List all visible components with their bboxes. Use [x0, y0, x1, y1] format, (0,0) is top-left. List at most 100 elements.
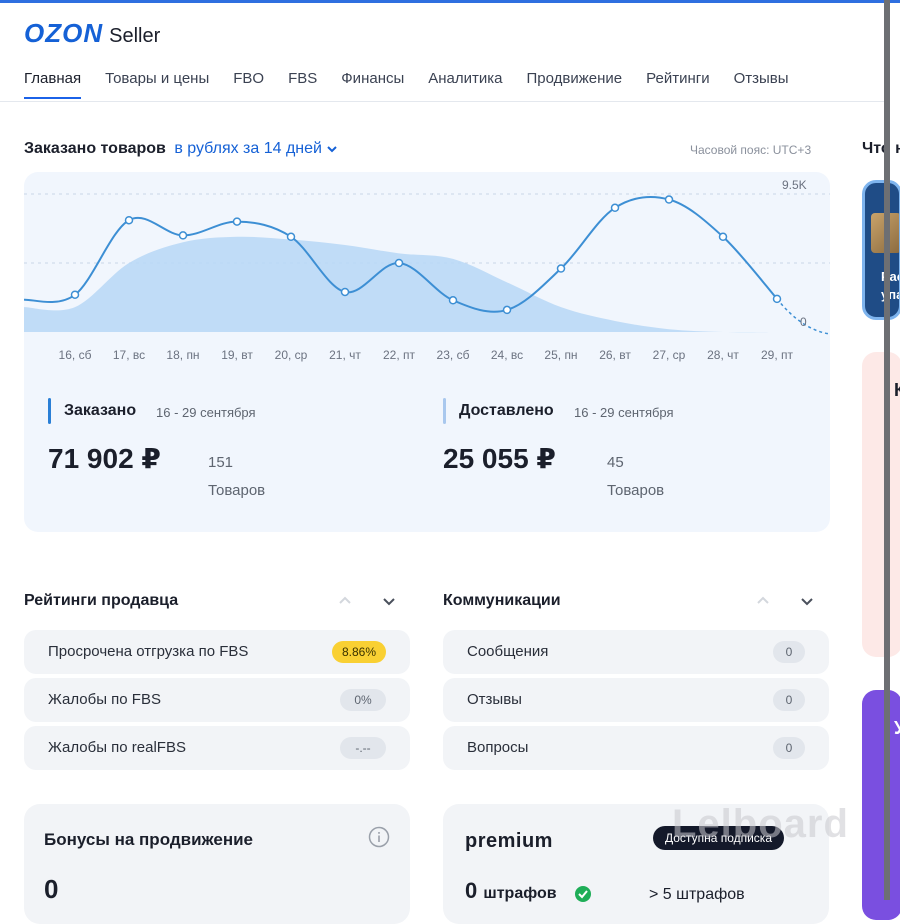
data-point [664, 195, 674, 204]
nav-item-reviews[interactable]: Отзывы [734, 70, 789, 99]
x-tick-label: 27, ср [653, 348, 686, 362]
nav-item-promotion[interactable]: Продвижение [527, 70, 623, 99]
fines-unit: штрафов [483, 885, 557, 902]
side-section-title: Что н [862, 140, 900, 157]
comm-row-label: Отзывы [467, 691, 522, 708]
orders-chart: 9.5K 0 16, сб 17, вс 18, пн 19, вт 20, ср 21, ч… [24, 178, 830, 362]
comm-row-questions[interactable]: Вопросы 0 [443, 726, 829, 770]
delivered-dates: 16 - 29 сентября [574, 405, 674, 420]
scrollbar[interactable] [884, 0, 890, 900]
chevron-up-icon[interactable] [756, 594, 770, 608]
data-point [610, 203, 620, 213]
nav-item-analytics[interactable]: Аналитика [428, 70, 502, 99]
communications-title: Коммуникации [443, 592, 561, 609]
rating-row-label: Просрочена отгрузка по FBS [48, 643, 249, 660]
side-purple-card[interactable]: У [862, 690, 900, 920]
rating-value-badge: 8.86% [331, 641, 386, 663]
comm-count-badge: 0 [773, 737, 805, 759]
bonuses-card[interactable]: Бонусы на продвижение 0 [24, 804, 410, 924]
header: OZON Seller [24, 18, 160, 49]
bonuses-title: Бонусы на продвижение [44, 830, 254, 849]
nav-item-ratings[interactable]: Рейтинги [646, 70, 709, 99]
data-point [772, 294, 782, 304]
orders-title: Заказано товаров в рублях за 14 дней [24, 140, 338, 158]
y-tick-label: 9.5K [782, 178, 807, 192]
data-point [502, 305, 512, 315]
period-selector-label[interactable]: в рублях за 14 дней [174, 140, 322, 157]
rating-row-label: Жалобы по realFBS [48, 739, 186, 756]
nav-item-fbo[interactable]: FBO [233, 70, 264, 99]
data-point [70, 290, 80, 299]
x-tick-label: 20, ср [275, 348, 308, 362]
ordered-dates: 16 - 29 сентября [156, 405, 256, 420]
x-tick-label: 29, пт [761, 348, 794, 362]
data-point [340, 287, 350, 297]
ordered-unit: Товаров [208, 482, 266, 499]
data-point [124, 215, 134, 225]
chevron-down-icon[interactable] [326, 144, 338, 154]
premium-logo: premium [465, 830, 553, 852]
side-alert-card[interactable]: К [862, 352, 900, 657]
x-tick-label: 24, вс [491, 348, 523, 362]
orders-title-text: Заказано товаров [24, 140, 166, 157]
comm-row-messages[interactable]: Сообщения 0 [443, 630, 829, 674]
logo-subtitle: Seller [109, 25, 161, 47]
x-tick-label: 28, чт [707, 348, 739, 362]
data-point [286, 232, 296, 242]
x-tick-label: 17, вс [113, 348, 145, 362]
ratings-title: Рейтинги продавца [24, 592, 179, 609]
data-point [178, 231, 188, 240]
chevron-down-icon[interactable] [382, 594, 396, 608]
rating-row-fbs-complaints[interactable]: Жалобы по FBS 0% [24, 678, 410, 722]
chevron-down-icon[interactable] [800, 594, 814, 608]
bonuses-value: 0 [44, 874, 59, 904]
nav-item-fbs[interactable]: FBS [288, 70, 317, 99]
x-tick-label: 23, сб [437, 348, 470, 362]
watermark-logo: Lelboard [672, 802, 849, 846]
delivered-unit: Товаров [607, 482, 665, 499]
top-accent-line [0, 0, 900, 3]
delivered-label: Доставлено [459, 402, 554, 419]
fines-count: 0 штрафов [465, 878, 557, 904]
data-point [232, 217, 242, 226]
x-tick-label: 26, вт [599, 348, 631, 362]
rating-row-late-shipment[interactable]: Просрочена отгрузка по FBS 8.86% [24, 630, 410, 674]
delivered-marker [443, 398, 446, 424]
data-point [718, 232, 728, 242]
ordered-amount: 71 902 ₽ [48, 443, 161, 474]
nav-item-products[interactable]: Товары и цены [105, 70, 209, 99]
period-selector[interactable]: в рублях за 14 дней [174, 140, 338, 157]
orders-chart-card: 9.5K 0 16, сб 17, вс 18, пн 19, вт 20, ср 21, ч… [24, 172, 830, 532]
rating-value-badge: -.-- [340, 737, 386, 759]
ordered-count: 151 [208, 454, 234, 471]
main-nav: Главная Товары и цены FBO FBS Финансы Ан… [24, 70, 813, 99]
delivered-count: 45 [607, 454, 624, 471]
side-promo-card[interactable]: Рас упа [862, 180, 900, 320]
comm-count-badge: 0 [773, 641, 805, 663]
fines-threshold: > 5 штрафов [649, 886, 745, 903]
data-point [394, 258, 404, 268]
ozon-logo[interactable]: OZON [24, 18, 103, 49]
x-tick-label: 22, пт [383, 348, 416, 362]
side-purple-heading: У [894, 718, 900, 738]
side-alert-heading: К [894, 380, 900, 400]
fines-value: 0 [465, 878, 478, 903]
x-tick-label: 19, вт [221, 348, 253, 362]
comm-count-badge: 0 [773, 689, 805, 711]
x-tick-label: 21, чт [329, 348, 361, 362]
data-point [556, 264, 566, 273]
x-tick-label: 16, сб [59, 348, 92, 362]
comm-row-label: Вопросы [467, 739, 529, 756]
nav-item-home[interactable]: Главная [24, 70, 82, 99]
timezone-label: Часовой пояс: UTC+3 [690, 143, 812, 157]
ordered-marker [48, 398, 51, 424]
nav-item-finance[interactable]: Финансы [341, 70, 404, 99]
nav-divider [0, 101, 885, 102]
info-icon[interactable] [368, 826, 390, 848]
y-tick-label: 0 [800, 315, 807, 329]
comm-row-reviews[interactable]: Отзывы 0 [443, 678, 829, 722]
rating-row-realfbs-complaints[interactable]: Жалобы по realFBS -.-- [24, 726, 410, 770]
comm-row-label: Сообщения [467, 643, 549, 660]
chevron-up-icon[interactable] [338, 594, 352, 608]
rating-row-label: Жалобы по FBS [48, 691, 161, 708]
